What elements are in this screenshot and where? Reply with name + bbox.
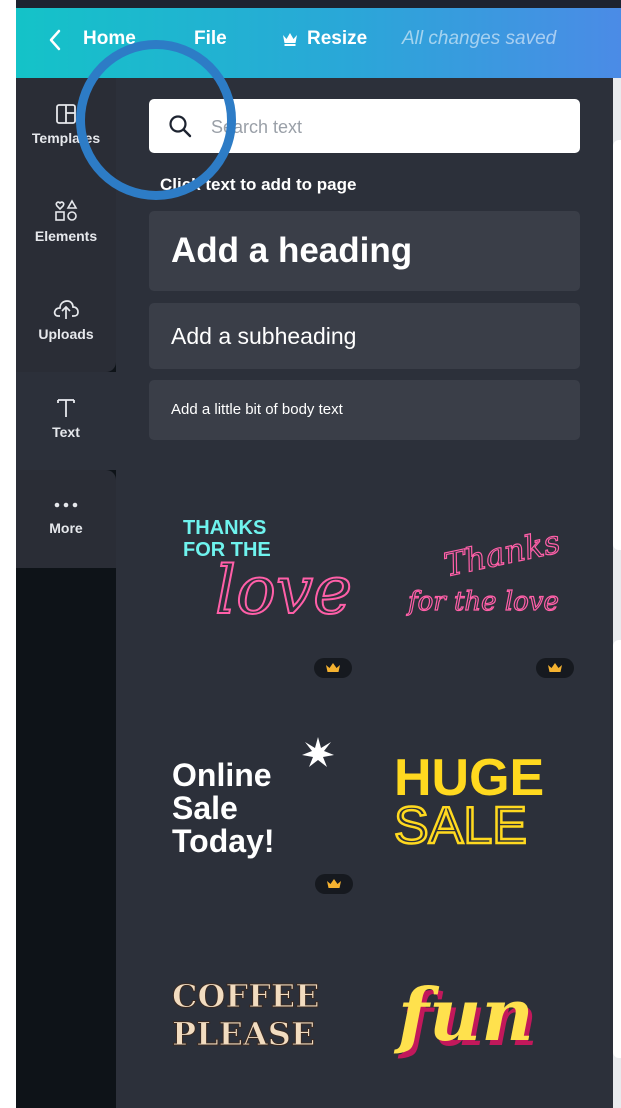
template-online-sale[interactable]: Online Sale Today!	[166, 733, 366, 873]
window-top-strip	[0, 0, 621, 8]
add-heading-button[interactable]: Add a heading	[149, 211, 580, 291]
sidebar-item-text[interactable]: Text	[16, 372, 116, 470]
sidebar-item-label: More	[49, 520, 83, 536]
templates-icon	[56, 104, 76, 124]
template-text-line: THANKS	[183, 517, 266, 539]
crown-icon	[327, 879, 341, 888]
template-text-line: love	[215, 552, 352, 629]
sidebar-item-label: Uploads	[38, 326, 94, 342]
template-huge-sale-art: HUGE SALE	[393, 749, 545, 856]
template-coffee-please-art: COFFEE PLEASE	[172, 977, 321, 1054]
search-icon	[169, 115, 192, 138]
template-text-line: COFFEE	[172, 977, 320, 1015]
add-body-text-button[interactable]: Add a little bit of body text	[149, 380, 580, 440]
template-thanks-script-art: Thanks for the love	[405, 522, 564, 618]
template-thanks-script[interactable]: Thanks for the love	[386, 508, 586, 648]
premium-badge	[536, 658, 574, 678]
template-text-line: Online	[172, 757, 272, 793]
template-huge-sale[interactable]: HUGE SALE	[388, 743, 588, 856]
sidebar-item-uploads[interactable]: Uploads	[16, 274, 116, 372]
crown-icon	[326, 663, 340, 672]
template-text-line: Sale	[172, 790, 238, 826]
save-status: All changes saved	[402, 28, 557, 49]
search-box[interactable]	[149, 99, 580, 153]
chevron-left-icon[interactable]	[44, 26, 66, 54]
template-text-line: Thanks	[441, 523, 564, 585]
template-text-line: SALE	[394, 797, 527, 853]
home-link[interactable]: Home	[83, 28, 136, 50]
uploads-icon	[53, 300, 79, 319]
elements-icon	[55, 199, 78, 221]
window-left-margin	[0, 0, 16, 1108]
text-panel: Click text to add to page Add a heading …	[116, 78, 613, 1108]
canvas-page[interactable]	[613, 140, 621, 550]
crown-icon	[548, 663, 562, 672]
template-text-line: for the love	[406, 587, 559, 617]
more-icon	[54, 502, 78, 508]
template-fun-art: fun fun	[393, 972, 538, 1062]
template-coffee-please[interactable]: COFFEE PLEASE	[168, 973, 368, 1063]
template-thanks-neon-art: THANKS FOR THE love	[183, 517, 353, 630]
template-text-line: fun	[393, 972, 534, 1057]
file-menu[interactable]: File	[194, 28, 227, 50]
canvas-page[interactable]	[613, 640, 621, 1058]
sidebar-item-label: Templates	[31, 130, 101, 146]
premium-badge	[315, 874, 353, 894]
resize-button[interactable]: Resize	[307, 28, 367, 50]
premium-badge	[314, 658, 352, 678]
text-icon	[57, 399, 75, 417]
top-bar: Home File Resize All changes saved	[16, 8, 621, 78]
sidebar-filler	[16, 568, 116, 1108]
search-input[interactable]	[209, 109, 573, 145]
sidebar: Templates Elements Uploads Text More	[16, 78, 116, 1108]
template-online-sale-art: Online Sale Today!	[172, 737, 334, 859]
template-fun[interactable]: fun fun	[390, 968, 590, 1068]
template-thanks-neon[interactable]: THANKS FOR THE love	[171, 498, 361, 648]
add-subheading-button[interactable]: Add a subheading	[149, 303, 580, 369]
template-text-line: Today!	[172, 823, 275, 859]
sidebar-item-elements[interactable]: Elements	[16, 176, 116, 274]
sidebar-item-label: Text	[52, 424, 80, 440]
sidebar-item-templates[interactable]: Templates	[16, 78, 116, 176]
sidebar-item-more[interactable]: More	[16, 470, 116, 568]
template-text-line: PLEASE	[172, 1015, 315, 1053]
panel-hint: Click text to add to page	[160, 175, 357, 194]
sidebar-item-label: Elements	[34, 228, 98, 244]
starburst-icon	[302, 737, 334, 767]
crown-icon	[283, 33, 297, 46]
